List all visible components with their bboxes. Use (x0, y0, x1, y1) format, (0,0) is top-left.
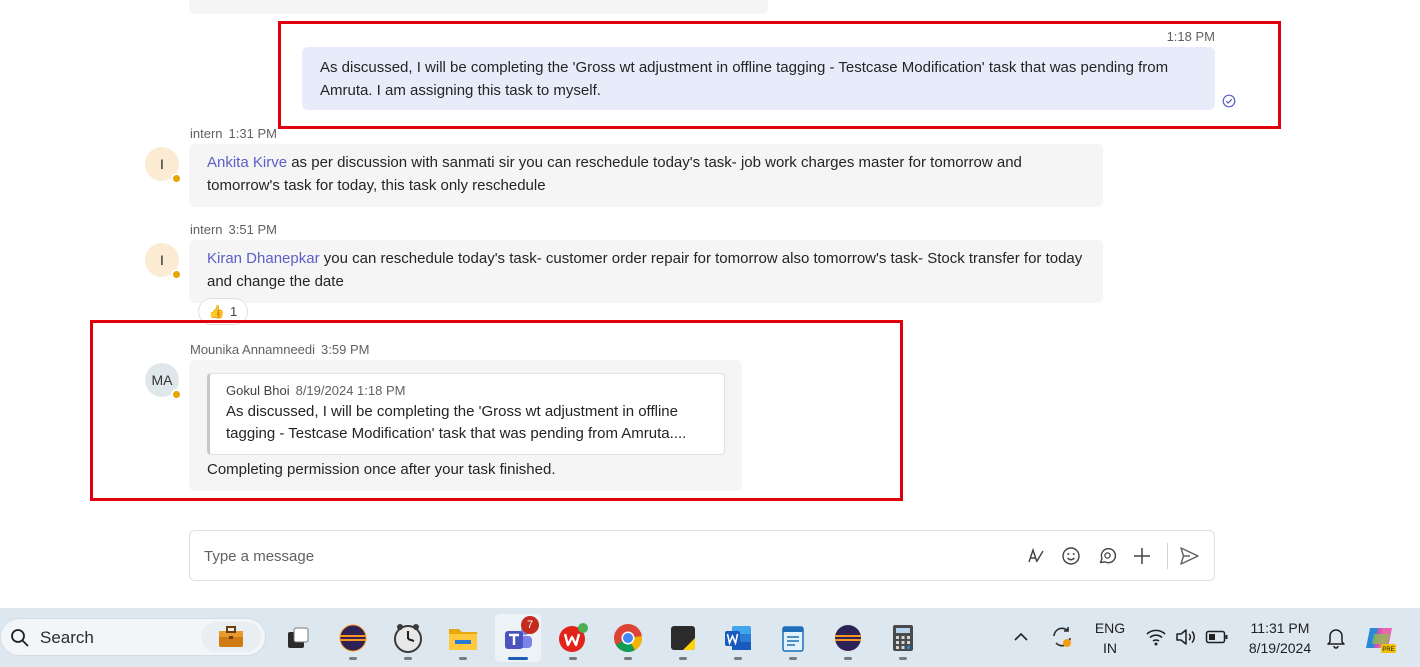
wps-office-icon[interactable] (550, 614, 596, 662)
sync-icon[interactable] (1050, 625, 1074, 654)
clock-time: 11:31 PM (1250, 620, 1310, 636)
avatar[interactable]: I (145, 147, 182, 184)
app-running-indicator (624, 657, 632, 660)
clock-datetime[interactable]: 11:31 PM 8/19/2024 (1240, 618, 1320, 658)
mention-link[interactable]: Kiran Dhanepkar (207, 250, 320, 267)
send-icon[interactable] (1177, 544, 1201, 568)
highlight-box-own-message (278, 21, 1281, 129)
app-running-indicator (459, 657, 467, 660)
sender-name: intern (190, 222, 223, 237)
message-bubble[interactable]: Ankita Kirve as per discussion with sanm… (189, 144, 1103, 207)
app-running-indicator (679, 657, 687, 660)
reaction-count: 1 (229, 304, 238, 319)
eclipse-icon-2[interactable] (825, 614, 871, 662)
avatar-initial: I (160, 156, 164, 172)
message-text: as per discussion with sanmati sir you c… (207, 154, 1022, 194)
message-composer (189, 530, 1215, 581)
clock-date: 8/19/2024 (1248, 640, 1312, 656)
message-header: intern 3:51 PM (190, 222, 277, 237)
app-running-indicator (734, 657, 742, 660)
composer-divider (1167, 543, 1168, 569)
app-running-indicator (789, 657, 797, 660)
svg-text:PRE: PRE (1382, 647, 1394, 653)
calculator-icon[interactable] (880, 614, 926, 662)
message-header: intern 1:31 PM (190, 126, 277, 141)
message-time: 1:31 PM (228, 126, 277, 141)
app-running-indicator (899, 657, 907, 660)
chevron-up-icon[interactable] (1012, 628, 1030, 651)
teams-icon[interactable]: 7 (495, 614, 541, 662)
avatar-initial: I (160, 252, 164, 268)
sender-name: intern (190, 126, 223, 141)
sticky-notes-icon[interactable] (660, 614, 706, 662)
away-status-icon (171, 269, 182, 280)
format-icon[interactable] (1024, 544, 1048, 568)
volume-icon[interactable] (1175, 627, 1197, 652)
region-code: IN (1103, 640, 1117, 656)
eclipse-icon[interactable] (330, 614, 376, 662)
message-text: you can reschedule today's task- custome… (207, 250, 1083, 290)
highlight-box-reply-message (90, 320, 903, 501)
language-indicator[interactable]: ENG IN (1092, 618, 1128, 658)
emoji-icon[interactable] (1059, 544, 1083, 568)
wifi-icon[interactable] (1145, 627, 1167, 652)
briefcase-icon (201, 622, 261, 652)
notification-bell-icon[interactable] (1326, 627, 1346, 654)
message-input[interactable] (204, 543, 984, 569)
search-icon (11, 629, 29, 647)
copilot-icon[interactable]: PRE (1364, 622, 1396, 659)
mention-link[interactable]: Ankita Kirve (207, 154, 287, 171)
previous-message-bubble (189, 0, 768, 14)
app-running-indicator (844, 657, 852, 660)
language-code: ENG (1094, 620, 1126, 636)
thumbs-up-icon: 👍 (208, 303, 225, 319)
notepad-icon[interactable] (770, 614, 816, 662)
app-running-indicator (569, 657, 577, 660)
chat-pane: 1:18 PM As discussed, I will be completi… (0, 0, 1420, 608)
loop-component-icon[interactable] (1095, 544, 1119, 568)
word-icon[interactable] (715, 614, 761, 662)
app-active-indicator (508, 657, 528, 660)
away-status-icon (171, 173, 182, 184)
add-icon[interactable] (1130, 544, 1154, 568)
windows-taskbar: Search 7 ENG IN 11:31 PM 8/19/2024 PRE (0, 608, 1420, 667)
chrome-icon[interactable] (605, 614, 651, 662)
battery-icon[interactable] (1205, 629, 1229, 650)
app-running-indicator (349, 657, 357, 660)
clock-app-icon[interactable] (385, 614, 431, 662)
avatar[interactable]: I (145, 243, 182, 280)
search-label: Search (40, 628, 94, 647)
file-explorer-icon[interactable] (440, 614, 486, 662)
notification-badge: 7 (521, 616, 539, 634)
message-bubble[interactable]: Kiran Dhanepkar you can reschedule today… (189, 240, 1103, 303)
app-running-indicator (404, 657, 412, 660)
taskbar-search[interactable]: Search (0, 618, 266, 656)
task-view-icon[interactable] (275, 614, 321, 662)
message-time: 3:51 PM (228, 222, 277, 237)
